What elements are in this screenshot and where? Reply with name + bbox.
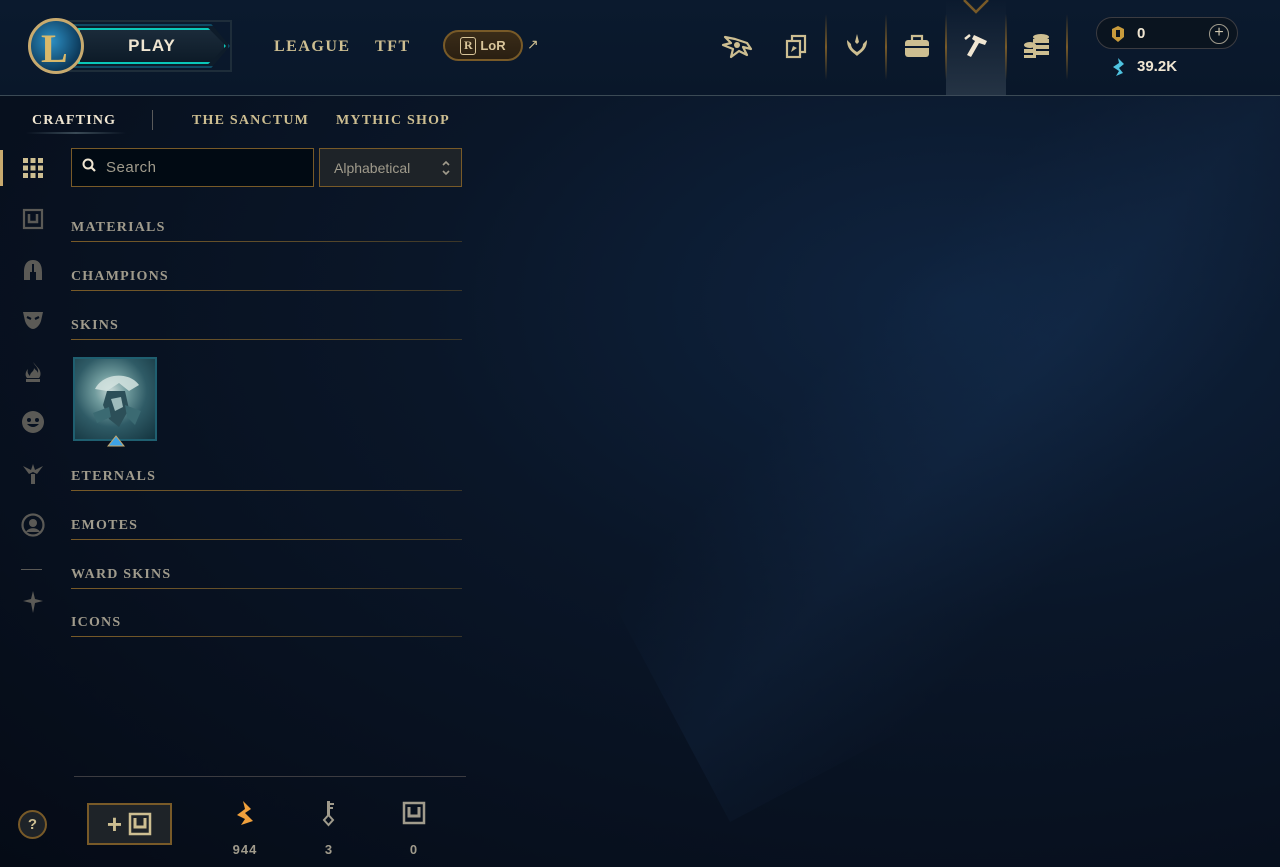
top-divider — [1066, 14, 1068, 80]
chest-icon — [389, 798, 439, 828]
tft-icon[interactable] — [839, 28, 875, 64]
category-materials[interactable]: MATERIALS — [71, 220, 462, 242]
key-value: 3 — [324, 842, 334, 857]
rp-value: 0 — [1137, 25, 1146, 42]
top-divider — [945, 14, 947, 80]
play-area: L PLAY — [28, 18, 232, 74]
emote-face-icon[interactable] — [18, 407, 48, 437]
search-field[interactable] — [71, 148, 314, 187]
store-bag-icon[interactable] — [899, 28, 935, 64]
category-ward-skins[interactable]: WARD SKINS — [71, 567, 462, 589]
skin-rarity-gem-icon — [106, 434, 126, 452]
chest-value: 0 — [409, 842, 419, 857]
lor-badge-icon: R — [460, 36, 477, 55]
category-label: ICONS — [71, 615, 122, 630]
profile-circle-icon[interactable] — [18, 510, 48, 540]
tab-the-sanctum[interactable]: THE SANCTUM — [192, 113, 309, 129]
top-navigation-bar: L PLAY LEAGUE TFT R LoR ↗ 0 + 39.2K — [0, 0, 1280, 96]
lor-label: LoR — [480, 38, 506, 53]
bottom-divider — [74, 776, 466, 777]
blue-essence-value: 39.2K — [1137, 58, 1178, 75]
category-label: MATERIALS — [71, 220, 166, 235]
key-icon — [304, 798, 354, 828]
top-divider — [885, 14, 887, 80]
sidebar-divider — [21, 569, 42, 570]
external-link-icon: ↗ — [527, 36, 539, 52]
sort-value: Alphabetical — [334, 159, 411, 176]
rp-balance: 0 + — [1096, 17, 1238, 49]
misc-emblem-icon[interactable] — [18, 587, 48, 617]
skin-artwork — [93, 375, 141, 427]
category-label: EMOTES — [71, 518, 139, 533]
key-counter: 3 — [304, 798, 354, 857]
play-button[interactable]: PLAY — [74, 24, 230, 68]
top-divider — [825, 14, 827, 80]
category-label: WARD SKINS — [71, 567, 172, 582]
grid-icon[interactable] — [18, 153, 48, 183]
orange-essence-icon — [220, 798, 270, 828]
skin-mask-icon[interactable] — [18, 305, 48, 335]
category-skins[interactable]: SKINS — [71, 318, 462, 340]
add-chest-button[interactable]: + — [87, 803, 172, 845]
plus-icon: + — [106, 809, 123, 839]
category-label: SKINS — [71, 318, 120, 333]
category-label: CHAMPIONS — [71, 269, 169, 284]
lor-button[interactable]: R LoR — [443, 30, 523, 61]
background-streak — [495, 0, 1280, 822]
category-eternals[interactable]: ETERNALS — [71, 469, 462, 491]
flame-icon[interactable] — [18, 357, 48, 387]
category-champions[interactable]: CHAMPIONS — [71, 269, 462, 291]
search-icon — [82, 158, 96, 177]
sidebar-active-indicator — [0, 150, 3, 186]
champion-helmet-icon[interactable] — [18, 255, 48, 285]
orange-essence-counter: 944 — [220, 798, 270, 857]
sort-dropdown[interactable]: Alphabetical — [319, 148, 462, 187]
tab-crafting[interactable]: CRAFTING — [32, 113, 116, 129]
play-label: PLAY — [128, 36, 176, 55]
tab-underline — [26, 132, 126, 134]
chevron-updown-icon — [441, 159, 451, 180]
orange-essence-value: 944 — [232, 842, 258, 857]
ward-icon[interactable] — [18, 459, 48, 489]
buy-rp-button[interactable]: + — [1209, 24, 1229, 44]
profile-icon[interactable] — [719, 28, 755, 64]
chest-icon[interactable] — [18, 204, 48, 234]
skin-shard-item[interactable] — [73, 357, 157, 441]
category-icons[interactable]: ICONS — [71, 615, 462, 637]
category-label: ETERNALS — [71, 469, 157, 484]
search-input[interactable] — [106, 159, 306, 176]
rp-icon — [1109, 25, 1127, 48]
help-button[interactable]: ? — [18, 810, 47, 839]
top-divider — [1005, 14, 1007, 80]
chest-counter: 0 — [389, 798, 439, 857]
subnav-divider — [152, 110, 153, 130]
collection-icon[interactable] — [778, 28, 814, 64]
nav-league[interactable]: LEAGUE — [274, 38, 351, 56]
active-chevron-icon — [963, 0, 989, 14]
currency-coins-icon[interactable] — [1019, 28, 1055, 64]
blue-essence-icon — [1110, 57, 1126, 82]
chest-icon — [128, 812, 152, 836]
category-emotes[interactable]: EMOTES — [71, 518, 462, 540]
tab-mythic-shop[interactable]: MYTHIC SHOP — [336, 113, 450, 129]
league-logo-icon[interactable]: L — [28, 18, 84, 74]
loot-crafting-icon[interactable] — [958, 28, 994, 64]
nav-tft[interactable]: TFT — [375, 38, 411, 56]
logo-letter: L — [41, 26, 68, 71]
